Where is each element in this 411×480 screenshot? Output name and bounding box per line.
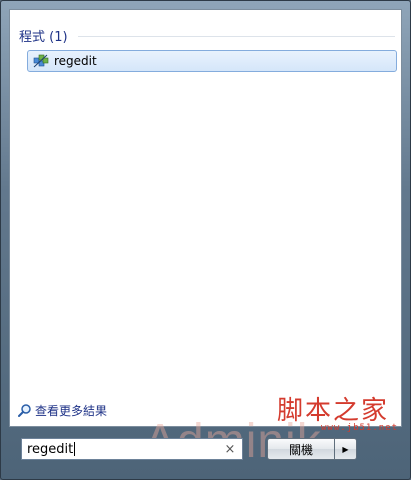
text-caret [74,442,76,456]
watermark-logo: 脚本之家 [277,396,390,426]
result-item-label: regedit [54,54,97,68]
search-input[interactable]: regedit × [21,438,243,460]
registry-editor-icon [33,53,49,69]
result-item-regedit[interactable]: regedit [27,50,397,72]
watermark-url: www.jb51.net [321,423,399,433]
see-more-results-link[interactable]: 查看更多結果 [18,402,107,418]
results-group-header: 程式 (1) [19,26,395,45]
shutdown-button[interactable]: 關機 [267,438,335,460]
search-input-value-wrap: regedit [27,442,222,457]
search-magnifier-icon [18,403,32,417]
shutdown-options-arrow-icon[interactable]: ▶ [335,438,357,460]
group-divider [77,35,395,37]
clear-search-icon[interactable]: × [222,442,238,457]
see-more-label: 查看更多結果 [35,403,108,418]
shutdown-controls: 關機 ▶ [267,438,357,460]
search-results-panel: 程式 (1) regedit [9,9,402,427]
start-menu: 程式 (1) regedit 查看更多結果 脚本之家 www.jb51.net … [0,0,411,480]
results-group-title: 程式 (1) [19,29,68,45]
search-input-value: regedit [27,441,74,457]
